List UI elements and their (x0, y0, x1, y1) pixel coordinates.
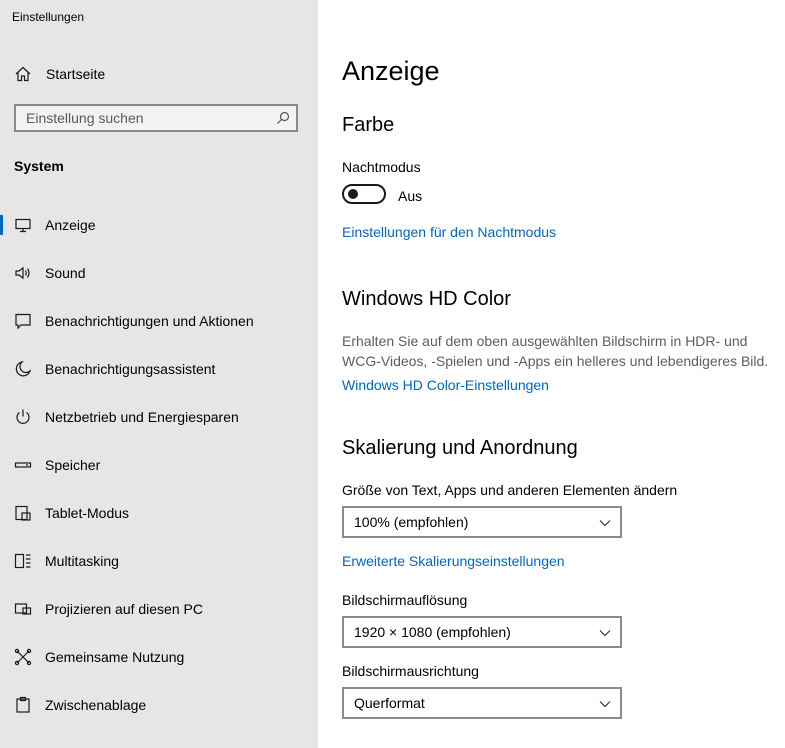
scaling-heading: Skalierung und Anordnung (342, 437, 578, 459)
monitor-icon (14, 216, 32, 234)
hd-color-heading: Windows HD Color (342, 288, 511, 310)
orientation-value: Querformat (354, 695, 425, 711)
sidebar-nav: Anzeige Sound Benachrichtigungen und Akt… (0, 201, 318, 729)
sidebar-item-label: Sound (45, 265, 86, 281)
sidebar-item-label: Speicher (45, 457, 101, 473)
main-content: Anzeige Farbe Nachtmodus Aus Einstellung… (318, 0, 785, 748)
resolution-label: Bildschirmauflösung (342, 592, 468, 608)
sidebar-item-anzeige[interactable]: Anzeige (0, 201, 318, 249)
text-size-value: 100% (empfohlen) (354, 514, 469, 530)
sidebar-item-label: Benachrichtigungsassistent (45, 361, 216, 377)
sidebar-item-projizieren[interactable]: Projizieren auf diesen PC (0, 585, 318, 633)
resolution-dropdown[interactable]: 1920 × 1080 (empfohlen) (342, 616, 622, 648)
sidebar-item-tablet-modus[interactable]: Tablet-Modus (0, 489, 318, 537)
chevron-down-icon (599, 630, 611, 637)
sidebar-item-benachrichtigungen[interactable]: Benachrichtigungen und Aktionen (0, 297, 318, 345)
sidebar-item-gemeinsame-nutzung[interactable]: Gemeinsame Nutzung (0, 633, 318, 681)
home-icon (14, 65, 32, 83)
hd-color-description: Erhalten Sie auf dem oben ausgewählten B… (342, 333, 769, 369)
resolution-value: 1920 × 1080 (empfohlen) (354, 624, 511, 640)
project-icon (14, 600, 32, 618)
sidebar-item-benachrichtigungsassistent[interactable]: Benachrichtigungsassistent (0, 345, 318, 393)
night-mode-label: Nachtmodus (342, 159, 421, 175)
night-mode-state: Aus (398, 188, 423, 204)
home-link[interactable]: Startseite (14, 62, 105, 86)
sidebar-section-title: System (14, 158, 64, 174)
sidebar-item-speicher[interactable]: Speicher (0, 441, 318, 489)
storage-icon (14, 456, 32, 474)
multitasking-icon (14, 552, 32, 570)
advanced-scaling-link[interactable]: Erweiterte Skalierungseinstellungen (342, 553, 565, 569)
search-input[interactable] (16, 106, 276, 130)
sidebar-item-label: Benachrichtigungen und Aktionen (45, 313, 254, 329)
sidebar-item-label: Projizieren auf diesen PC (45, 601, 203, 617)
share-icon (14, 648, 32, 666)
sidebar-item-label: Tablet-Modus (45, 505, 130, 521)
orientation-dropdown[interactable]: Querformat (342, 687, 622, 719)
sidebar-item-label: Anzeige (45, 217, 96, 233)
home-label: Startseite (46, 66, 106, 82)
notification-icon (14, 312, 32, 330)
sidebar-item-label: Netzbetrieb und Energiesparen (45, 409, 239, 425)
search-box[interactable] (14, 104, 298, 132)
text-size-label: Größe von Text, Apps und anderen Element… (342, 482, 678, 498)
color-heading: Farbe (342, 114, 395, 136)
sidebar: Einstellungen Startseite System Anzeige … (0, 0, 318, 748)
sidebar-item-sound[interactable]: Sound (0, 249, 318, 297)
clipboard-icon (14, 696, 32, 714)
tablet-icon (14, 504, 32, 522)
night-mode-settings-link[interactable]: Einstellungen für den Nachtmodus (342, 224, 556, 240)
sidebar-item-label: Multitasking (45, 553, 119, 569)
search-icon[interactable] (276, 111, 290, 125)
orientation-label: Bildschirmausrichtung (342, 663, 479, 679)
speaker-icon (14, 264, 32, 282)
sidebar-item-zwischenablage[interactable]: Zwischenablage (0, 681, 318, 729)
chevron-down-icon (599, 520, 611, 527)
window-title: Einstellungen (12, 10, 85, 24)
text-size-dropdown[interactable]: 100% (empfohlen) (342, 506, 622, 538)
night-mode-toggle[interactable] (342, 184, 386, 204)
page-title: Anzeige (342, 56, 440, 86)
toggle-knob (348, 189, 358, 199)
power-icon (14, 408, 32, 426)
sidebar-item-label: Zwischenablage (45, 697, 147, 713)
sidebar-item-label: Gemeinsame Nutzung (45, 649, 185, 665)
sidebar-item-multitasking[interactable]: Multitasking (0, 537, 318, 585)
chevron-down-icon (599, 701, 611, 708)
sidebar-item-netzbetrieb[interactable]: Netzbetrieb und Energiesparen (0, 393, 318, 441)
moon-icon (14, 360, 32, 378)
hd-color-settings-link[interactable]: Windows HD Color-Einstellungen (342, 377, 549, 393)
